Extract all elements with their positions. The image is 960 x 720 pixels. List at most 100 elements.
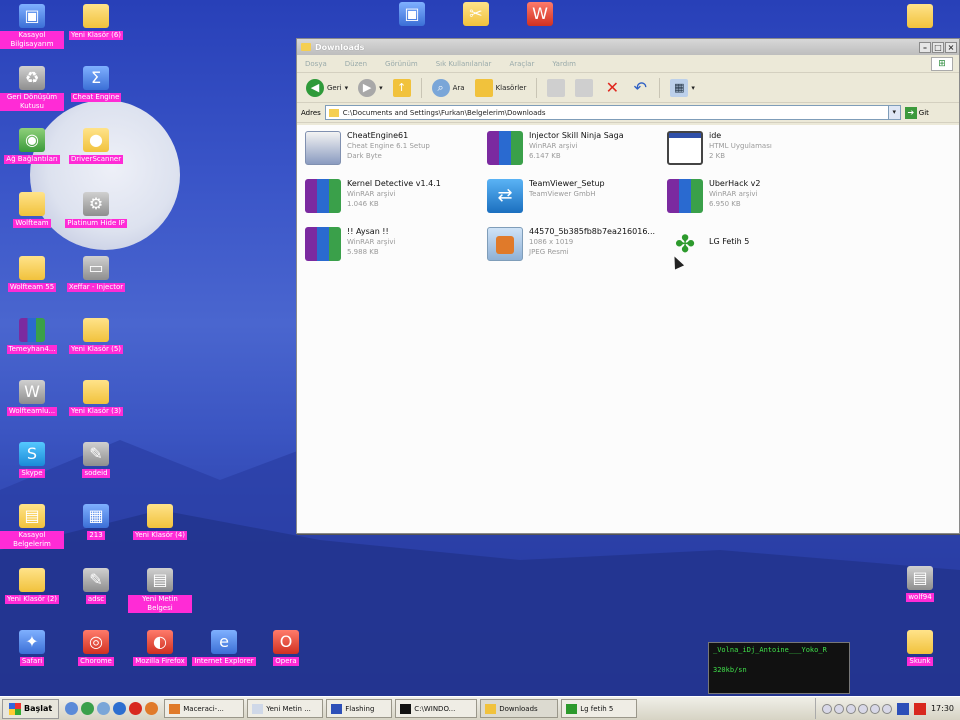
driver-scanner-icon: ● — [83, 128, 109, 152]
desktop-icon-adsc[interactable]: ✎ adsc — [64, 568, 128, 604]
address-field[interactable]: C:\Documents and Settings\Furkan\Belgele… — [324, 105, 901, 120]
antivirus-tray-icon[interactable] — [913, 702, 926, 715]
desktop-icon-wolfteamlu[interactable]: W Wolfteamlu... — [0, 380, 64, 416]
desktop-icon-top-2[interactable]: ✂ — [444, 2, 508, 26]
start-button[interactable]: Başlat — [2, 698, 60, 719]
desktop-icon-folder-4[interactable]: Yeni Klasör (4) — [128, 504, 192, 540]
desktop-icon-chrome[interactable]: ◎ Chorome — [64, 630, 128, 666]
chrome-icon[interactable] — [81, 702, 95, 715]
file-item[interactable]: UberHack v2 WinRAR arşivi 6.950 KB — [667, 179, 845, 213]
menu-tools[interactable]: Araçlar — [509, 60, 534, 68]
undo-button[interactable]: ↶ — [628, 78, 652, 97]
ie-icon[interactable] — [113, 702, 127, 715]
desktop-icon-top-3[interactable]: W — [508, 2, 572, 26]
desktop-icon-my-computer[interactable]: ▣ Kasayol Bilgisayarım — [0, 4, 64, 49]
search-button[interactable]: ⌕ Ara — [429, 78, 468, 97]
desktop-icon-opera[interactable]: O Opera — [254, 630, 318, 666]
file-item[interactable]: ide HTML Uygulaması 2 KB — [667, 131, 845, 165]
file-item[interactable]: 44570_5b385fb8b7ea216016... 1086 x 1019 JP… — [487, 227, 665, 261]
desktop-icon-folder-2[interactable]: Yeni Klasör (2) — [0, 568, 64, 604]
clock[interactable]: 17:30 — [931, 704, 954, 713]
maximize-button[interactable]: □ — [932, 41, 944, 53]
volume-icon[interactable] — [881, 703, 892, 714]
network-tray-icon[interactable] — [896, 702, 909, 715]
file-item[interactable]: !! Aysan !! WinRAR arşivi 5.988 KB — [305, 227, 483, 261]
next-icon[interactable] — [869, 703, 880, 714]
desktop-icon-my-documents[interactable]: ▤ Kasayol Belgelerim — [0, 504, 64, 549]
menu-file[interactable]: Dosya — [305, 60, 327, 68]
winrar-icon — [667, 179, 703, 213]
menu-favorites[interactable]: Sık Kullanılanlar — [436, 60, 492, 68]
desktop-icon-skype[interactable]: S Skype — [0, 442, 64, 478]
desktop-icon-wolfteam[interactable]: Wolfteam — [0, 192, 64, 228]
chevron-down-icon: ▾ — [379, 83, 383, 92]
cheat-engine-icon: Σ — [83, 66, 109, 90]
desktop-icon-folder-5[interactable]: Yeni Klasör (5) — [64, 318, 128, 354]
safari-icon[interactable] — [97, 702, 111, 715]
forward-button[interactable]: ▶ ▾ — [355, 78, 386, 97]
task-macerac[interactable]: Maceraci-... — [164, 699, 245, 718]
desktop-icon-skunk[interactable]: Skunk — [888, 630, 952, 666]
player-controls — [821, 703, 892, 714]
file-item[interactable]: Injector Skill Ninja Saga WinRAR arşivi 6.… — [487, 131, 665, 165]
views-button[interactable]: ▦ ▾ — [667, 78, 698, 97]
menu-help[interactable]: Yardım — [552, 60, 576, 68]
desktop-icon-folder-3[interactable]: Yeni Klasör (3) — [64, 380, 128, 416]
chevron-down-icon[interactable]: ▾ — [887, 106, 900, 119]
desktop-icon-driver-scanner[interactable]: ● DriverScanner — [64, 128, 128, 164]
delete-button[interactable]: ✕ — [600, 78, 624, 97]
desktop-icon-temeyhan[interactable]: Temeyhan4... — [0, 318, 64, 354]
desktop-icon-top-right-folder[interactable] — [888, 4, 952, 28]
close-button[interactable]: × — [945, 41, 957, 53]
stop-icon[interactable] — [857, 703, 868, 714]
firefox-icon: ◐ — [147, 630, 173, 654]
back-button[interactable]: ◀ Geri ▾ — [303, 78, 351, 97]
task-flashing[interactable]: Flashing — [326, 699, 393, 718]
desktop-icon-folder-6[interactable]: Yeni Klasör (6) — [64, 4, 128, 40]
text-document-icon: ▤ — [147, 568, 173, 592]
task-cmd[interactable]: C:\WINDO... — [395, 699, 478, 718]
media-player-widget[interactable]: _Volna_iDj_Antoine___Yoko_R 320kb/sn — [708, 642, 850, 694]
folder-icon — [301, 43, 311, 51]
opera-icon[interactable] — [129, 702, 143, 715]
desktop-icon-213[interactable]: ▦ 213 — [64, 504, 128, 540]
toolbar-separator — [420, 77, 422, 98]
window-titlebar[interactable]: Downloads – □ × — [297, 39, 959, 55]
show-desktop-icon[interactable] — [65, 702, 79, 715]
desktop-icon-internet-explorer[interactable]: e Internet Explorer — [192, 630, 256, 666]
task-new-text[interactable]: Yeni Metin ... — [247, 699, 324, 718]
task-lg-fetih[interactable]: Lg fetih 5 — [561, 699, 638, 718]
desktop-icon-top-1[interactable]: ▣ — [380, 2, 444, 26]
firefox-icon[interactable] — [145, 702, 159, 715]
move-to-button[interactable] — [544, 78, 568, 97]
pause-icon[interactable] — [845, 703, 856, 714]
desktop-icon-wolfteam-55[interactable]: Wolfteam 55 — [0, 256, 64, 292]
desktop-icon-platinum-hide-ip[interactable]: ⚙ Platinum Hide IP — [64, 192, 128, 228]
file-item[interactable]: ✤ LG Fetih 5 — [667, 227, 845, 261]
desktop-icon-network[interactable]: ◉ Ağ Bağlantıları — [0, 128, 64, 164]
folders-button[interactable]: Klasörler — [472, 78, 530, 97]
desktop-icon-wolf94[interactable]: ▤ wolf94 — [888, 566, 952, 602]
desktop-icon-new-text-document[interactable]: ▤ Yeni Metin Belgesi — [128, 568, 192, 613]
minimize-button[interactable]: – — [919, 41, 931, 53]
winrar-icon — [305, 179, 341, 213]
copy-to-button[interactable] — [572, 78, 596, 97]
up-folder-button[interactable]: ↑ — [390, 78, 414, 97]
desktop-icon-sodeid[interactable]: ✎ sodeid — [64, 442, 128, 478]
file-item[interactable]: CheatEngine61 Cheat Engine 6.1 Setup Dark … — [305, 131, 483, 165]
task-downloads[interactable]: Downloads — [480, 699, 559, 718]
desktop-icon-recycle-bin[interactable]: ♻ Geri Dönüşüm Kutusu — [0, 66, 64, 111]
platinum-hide-ip-icon: ⚙ — [83, 192, 109, 216]
file-item[interactable]: Kernel Detective v1.4.1 WinRAR arşivi 1.04… — [305, 179, 483, 213]
taskbar: Başlat Maceraci-... Yeni Metin ... Flash… — [0, 696, 960, 720]
play-icon[interactable] — [833, 703, 844, 714]
desktop-icon-firefox[interactable]: ◐ Mozilla Firefox — [128, 630, 192, 666]
previous-icon[interactable] — [821, 703, 832, 714]
desktop-icon-safari[interactable]: ✦ Safari — [0, 630, 64, 666]
desktop-icon-cheat-engine[interactable]: Σ Cheat Engine — [64, 66, 128, 102]
menu-edit[interactable]: Düzen — [345, 60, 367, 68]
menu-view[interactable]: Görünüm — [385, 60, 418, 68]
desktop-icon-xeffar-injector[interactable]: ▭ Xeffar - Injector — [64, 256, 128, 292]
go-button[interactable]: ➔ Git — [904, 106, 929, 119]
file-item[interactable]: ⇄ TeamViewer_Setup TeamViewer GmbH — [487, 179, 665, 213]
